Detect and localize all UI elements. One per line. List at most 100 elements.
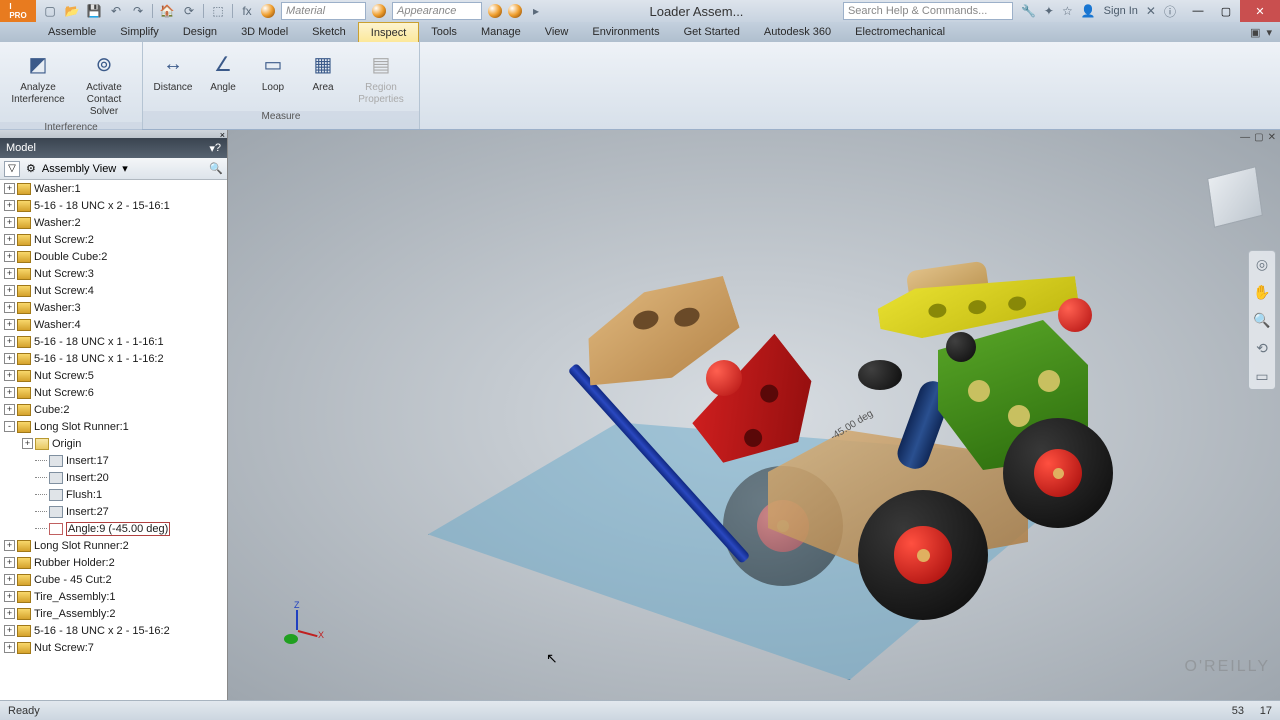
exchange-icon[interactable]: ✕: [1146, 4, 1156, 18]
panel-close-icon[interactable]: ×: [220, 130, 225, 138]
home-icon[interactable]: 🏠: [159, 3, 175, 19]
menu-tab-assemble[interactable]: Assemble: [36, 22, 108, 42]
help-small-icon[interactable]: ?: [215, 142, 221, 154]
expand-toggle[interactable]: +: [4, 591, 15, 602]
tree-node[interactable]: +Washer:3: [0, 299, 227, 316]
open-icon[interactable]: 📂: [64, 3, 80, 19]
expand-toggle[interactable]: -: [4, 421, 15, 432]
expand-toggle[interactable]: +: [4, 557, 15, 568]
black-cap[interactable]: [858, 360, 902, 390]
search-input[interactable]: Search Help & Commands...: [843, 2, 1013, 20]
color-sphere-icon-2[interactable]: [508, 4, 522, 18]
star-outline-icon[interactable]: ☆: [1062, 4, 1073, 18]
expand-toggle[interactable]: +: [4, 370, 15, 381]
star-icon[interactable]: ✦: [1044, 4, 1054, 18]
expand-toggle[interactable]: +: [4, 353, 15, 364]
tree-node[interactable]: +Double Cube:2: [0, 248, 227, 265]
menu-tab-view[interactable]: View: [533, 22, 581, 42]
tree-node[interactable]: +Washer:1: [0, 180, 227, 197]
maximize-button[interactable]: ▢: [1212, 0, 1240, 22]
expand-toggle[interactable]: +: [4, 404, 15, 415]
key-icon[interactable]: 🔧: [1021, 4, 1036, 18]
menu-tab-electromechanical[interactable]: Electromechanical: [843, 22, 957, 42]
expand-toggle[interactable]: +: [4, 217, 15, 228]
save-icon[interactable]: 💾: [86, 3, 102, 19]
tree-node[interactable]: +Origin: [0, 435, 227, 452]
view-cube[interactable]: [1207, 166, 1263, 228]
pan-icon[interactable]: ✋: [1253, 283, 1271, 301]
browser-header[interactable]: Model▾ ?: [0, 138, 227, 158]
expand-toggle[interactable]: +: [4, 302, 15, 313]
material-dropdown[interactable]: Material: [281, 2, 366, 20]
tree-node[interactable]: Angle:9 (-45.00 deg): [0, 520, 227, 537]
analyze-button[interactable]: ◩AnalyzeInterference: [6, 46, 70, 106]
select-icon[interactable]: ⬚: [210, 3, 226, 19]
steering-wheel-icon[interactable]: ◎: [1253, 255, 1271, 273]
tree-node[interactable]: +Nut Screw:3: [0, 265, 227, 282]
tree-node[interactable]: +5-16 - 18 UNC x 1 - 1-16:1: [0, 333, 227, 350]
menu-tab-get-started[interactable]: Get Started: [672, 22, 752, 42]
camera-icon[interactable]: ▣: [1250, 26, 1260, 39]
lookat-icon[interactable]: ▭: [1253, 367, 1271, 385]
expand-toggle[interactable]: +: [4, 285, 15, 296]
param-icon[interactable]: fx: [239, 3, 255, 19]
menu-tab-manage[interactable]: Manage: [469, 22, 533, 42]
orbit-icon[interactable]: ⟲: [1253, 339, 1271, 357]
distance-button[interactable]: ↔Distance: [149, 46, 197, 94]
zoom-icon[interactable]: 🔍: [1253, 311, 1271, 329]
menu-tab-3d-model[interactable]: 3D Model: [229, 22, 300, 42]
user-icon[interactable]: 👤: [1081, 4, 1096, 18]
help-icon[interactable]: ⓘ: [1164, 3, 1176, 20]
color-sphere-icon[interactable]: [488, 4, 502, 18]
material-sphere-icon[interactable]: [261, 4, 275, 18]
tree-node[interactable]: +Washer:4: [0, 316, 227, 333]
expand-toggle[interactable]: +: [4, 540, 15, 551]
expand-toggle[interactable]: +: [4, 625, 15, 636]
angle-button[interactable]: ∠Angle: [199, 46, 247, 94]
tree-node[interactable]: +5-16 - 18 UNC x 2 - 15-16:1: [0, 197, 227, 214]
tree-node[interactable]: +Nut Screw:6: [0, 384, 227, 401]
tree-node[interactable]: +Tire_Assembly:2: [0, 605, 227, 622]
activate-button[interactable]: ⊚ActivateContact Solver: [72, 46, 136, 118]
signin-link[interactable]: Sign In: [1104, 5, 1138, 17]
app-icon[interactable]: IPRO: [0, 0, 36, 22]
wheel-rear-near[interactable]: [1003, 418, 1113, 528]
minimize-button[interactable]: —: [1184, 0, 1212, 22]
refresh-icon[interactable]: ⟳: [181, 3, 197, 19]
menu-more-icon[interactable]: ▾: [1266, 26, 1272, 39]
tree-node[interactable]: +Cube - 45 Cut:2: [0, 571, 227, 588]
tree-node[interactable]: Insert:20: [0, 469, 227, 486]
expand-toggle[interactable]: +: [4, 251, 15, 262]
tree-node[interactable]: Flush:1: [0, 486, 227, 503]
tree-node[interactable]: -Long Slot Runner:1: [0, 418, 227, 435]
new-icon[interactable]: ▢: [42, 3, 58, 19]
tree-node[interactable]: Insert:17: [0, 452, 227, 469]
expand-toggle[interactable]: +: [4, 336, 15, 347]
black-cap-2[interactable]: [946, 332, 976, 362]
loop-button[interactable]: ▭Loop: [249, 46, 297, 94]
menu-tab-design[interactable]: Design: [171, 22, 229, 42]
redo-icon[interactable]: ↷: [130, 3, 146, 19]
tree-node[interactable]: +5-16 - 18 UNC x 1 - 1-16:2: [0, 350, 227, 367]
close-button[interactable]: ✕: [1240, 0, 1280, 22]
tree-node[interactable]: +5-16 - 18 UNC x 2 - 15-16:2: [0, 622, 227, 639]
vp-restore-icon[interactable]: ▢: [1254, 132, 1263, 143]
tree-node[interactable]: +Nut Screw:4: [0, 282, 227, 299]
tree-node[interactable]: +Rubber Holder:2: [0, 554, 227, 571]
expand-toggle[interactable]: +: [4, 183, 15, 194]
menu-tab-autodesk-360[interactable]: Autodesk 360: [752, 22, 843, 42]
tree-node[interactable]: +Long Slot Runner:2: [0, 537, 227, 554]
view-mode-dropdown-icon[interactable]: ▾: [122, 162, 128, 175]
expand-toggle[interactable]: +: [4, 200, 15, 211]
tree-node[interactable]: +Cube:2: [0, 401, 227, 418]
expand-toggle[interactable]: +: [4, 642, 15, 653]
undo-icon[interactable]: ↶: [108, 3, 124, 19]
tree-node[interactable]: +Nut Screw:5: [0, 367, 227, 384]
area-button[interactable]: ▦Area: [299, 46, 347, 94]
expand-toggle[interactable]: +: [4, 574, 15, 585]
appearance-sphere-icon[interactable]: [372, 4, 386, 18]
menu-tab-simplify[interactable]: Simplify: [108, 22, 171, 42]
more-icon[interactable]: ▸: [528, 3, 544, 19]
red-knob-front[interactable]: [706, 360, 742, 396]
view-mode-icon[interactable]: ⚙: [26, 162, 36, 175]
